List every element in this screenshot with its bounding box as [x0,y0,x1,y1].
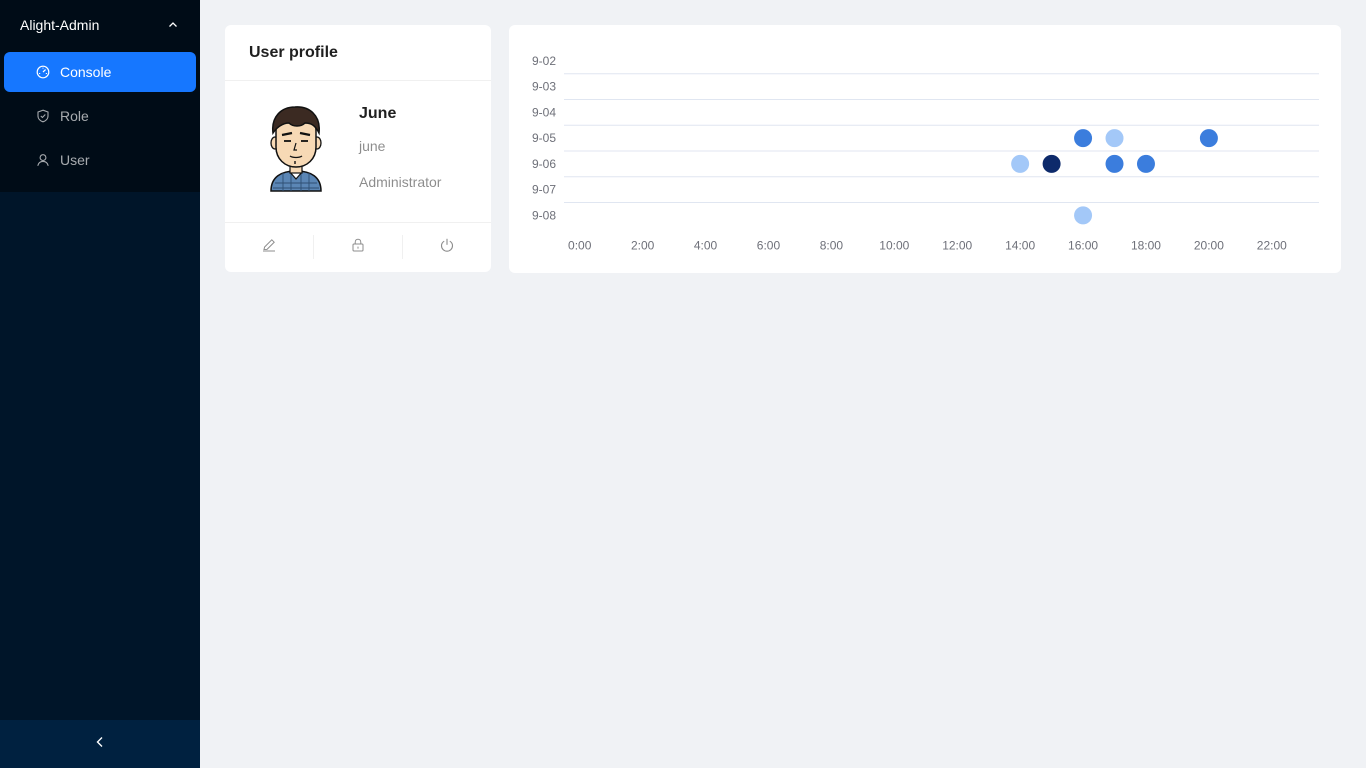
change-password-button[interactable] [314,235,403,259]
sidebar-menu: Console Role User [0,50,200,192]
sidebar-item-label: User [60,152,90,168]
activity-chart-card: 9-02 9-03 9-04 9-05 9-06 9-07 9-08 0:00 2:00 4:00… [509,25,1341,273]
x-tick-label: 2:00 [631,238,655,252]
x-tick-label: 16:00 [1068,238,1098,252]
lock-icon [351,238,365,257]
sidebar-item-console[interactable]: Console [4,52,196,92]
scatter-point[interactable] [1136,154,1155,173]
edit-icon [262,238,276,257]
sidebar-item-user[interactable]: User [4,140,196,180]
y-tick-label: 9-07 [532,183,556,197]
scatter-point[interactable] [1074,206,1093,225]
dashboard-icon [36,65,50,79]
x-tick-label: 0:00 [568,238,592,252]
scatter-point[interactable] [1105,129,1124,148]
sidebar-collapse-button[interactable] [0,720,200,768]
chevron-left-icon [94,735,106,753]
y-tick-label: 9-04 [532,105,556,119]
x-tick-label: 6:00 [757,238,781,252]
y-tick-label: 9-05 [532,131,556,145]
x-tick-label: 10:00 [879,238,909,252]
avatar [265,103,327,195]
edit-profile-button[interactable] [225,235,314,259]
user-profile-card: User profile June june Administrator [225,25,491,272]
brand-header[interactable]: Alight-Admin [0,0,200,50]
chevron-up-icon[interactable] [168,20,178,30]
logout-button[interactable] [403,235,491,259]
x-tick-label: 20:00 [1194,238,1224,252]
power-icon [440,238,454,257]
profile-name: June [359,105,397,122]
scatter-point[interactable] [1011,154,1030,173]
x-tick-label: 18:00 [1131,238,1161,252]
sidebar-item-label: Role [60,108,89,124]
user-icon [36,153,50,167]
scatter-point[interactable] [1074,129,1093,148]
y-tick-label: 9-08 [532,208,556,222]
x-tick-label: 14:00 [1005,238,1035,252]
x-tick-label: 8:00 [820,238,844,252]
scatter-point[interactable] [1042,154,1061,173]
sidebar-item-role[interactable]: Role [4,96,196,136]
brand-title: Alight-Admin [20,17,100,33]
profile-role: Administrator [359,174,442,190]
y-tick-label: 9-06 [532,157,556,171]
shield-icon [36,109,50,123]
y-tick-label: 9-02 [532,54,556,68]
x-tick-label: 22:00 [1257,238,1287,252]
profile-body: June june Administrator [225,81,491,223]
profile-actions [225,223,491,271]
y-tick-label: 9-03 [532,80,556,94]
scatter-point[interactable] [1105,154,1124,173]
x-tick-label: 4:00 [694,238,718,252]
scatter-point[interactable] [1199,129,1218,148]
activity-scatter-chart: 9-02 9-03 9-04 9-05 9-06 9-07 9-08 0:00 2:00 4:00… [532,54,1319,252]
card-title: User profile [225,25,491,81]
sidebar: Alight-Admin Console Role User [0,0,200,768]
x-tick-label: 12:00 [942,238,972,252]
profile-login: june [359,138,386,154]
sidebar-item-label: Console [60,64,112,80]
